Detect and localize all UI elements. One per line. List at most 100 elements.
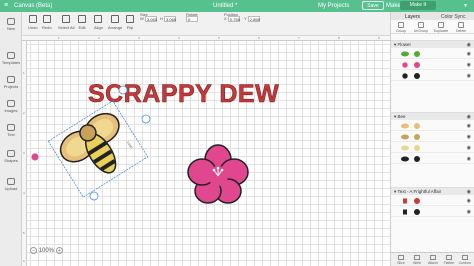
sidebar-item-upload[interactable]: Upload	[0, 178, 22, 191]
eye-icon[interactable]: ◉	[467, 198, 471, 204]
edit-toolbar: Undo Redo Select All Edit Align Arrange …	[0, 12, 390, 36]
attach-icon	[430, 255, 436, 260]
select-all-button[interactable]: Select All	[58, 15, 74, 30]
color-swatch[interactable]	[414, 209, 420, 215]
delete-handle[interactable]	[30, 152, 40, 162]
color-swatch[interactable]	[414, 73, 420, 79]
eye-icon[interactable]: ◉	[467, 41, 471, 49]
color-swatch[interactable]	[414, 134, 420, 140]
left-sidebar: New Templates Projects Images Text Shape…	[0, 12, 22, 266]
size-width-field: Size W 3.065	[140, 12, 157, 22]
color-swatch[interactable]	[414, 145, 420, 151]
menu-icon[interactable]: ≡	[4, 2, 8, 10]
flatten-icon	[446, 255, 452, 260]
edit-button[interactable]: Edit	[78, 15, 86, 30]
lock-handle[interactable]	[141, 114, 151, 124]
layer-item[interactable]: ◉	[391, 207, 474, 217]
layer-item[interactable]: ◉	[391, 60, 474, 70]
y-input[interactable]: 2.898	[247, 16, 260, 22]
top-header: ≡ Canvas (Beta) Untitled * My Projects S…	[0, 0, 474, 12]
bee-image[interactable]: 3.065"	[47, 100, 149, 198]
eye-icon[interactable]: ◉	[467, 51, 471, 57]
save-button[interactable]: Save	[362, 1, 384, 10]
layer-item[interactable]: ◉	[391, 121, 474, 131]
canvas-objects: SCRAPPY DEW 3.065"	[30, 80, 279, 204]
color-swatch[interactable]	[414, 198, 420, 204]
my-projects-link[interactable]: My Projects	[318, 3, 349, 9]
layer-item[interactable]: ◉	[391, 71, 474, 81]
selection-dimension: 3.065"	[126, 140, 134, 149]
layer-group-flower[interactable]: ▾ Flower ◉	[391, 40, 474, 48]
eye-icon[interactable]: ◉	[467, 62, 471, 68]
zoom-control: − 100% +	[30, 247, 63, 254]
stamen-dot-3	[216, 166, 220, 170]
delete-button[interactable]: Delete	[453, 22, 469, 33]
layer-item[interactable]: ◉	[391, 154, 474, 164]
text-outline-thumbnail	[403, 209, 407, 215]
sidebar-item-text[interactable]: Text	[0, 124, 22, 137]
layer-item[interactable]: ◉	[391, 132, 474, 142]
layer-actions: Group UnGroup Duplicate Delete	[391, 20, 474, 34]
flip-icon	[126, 15, 134, 23]
height-input[interactable]: 3.065	[164, 16, 176, 22]
sidebar-item-templates[interactable]: Templates	[0, 52, 22, 65]
chevron-down-icon[interactable]: ▾	[464, 2, 467, 9]
eye-icon[interactable]: ◉	[467, 145, 471, 151]
edit-icon	[78, 15, 86, 23]
scrappy-dew-text[interactable]: SCRAPPY DEW	[88, 80, 279, 109]
slice-button[interactable]: Slice	[394, 255, 408, 265]
zoom-in-button[interactable]: +	[55, 247, 63, 254]
layer-item[interactable]: ◉	[391, 143, 474, 153]
align-icon	[94, 15, 103, 23]
bee-head-thumbnail	[401, 134, 409, 140]
sidebar-item-projects[interactable]: Projects	[0, 76, 22, 89]
layer-group-bee[interactable]: ▾ Bee ◉	[391, 112, 474, 120]
layer-group-text[interactable]: ▾ Text - A Frightful Affair ◉	[391, 187, 474, 195]
eye-icon[interactable]: ◉	[467, 113, 471, 121]
layer-item[interactable]: ◉	[391, 196, 474, 206]
images-icon	[7, 100, 15, 107]
eye-icon[interactable]: ◉	[467, 188, 471, 196]
trash-icon	[458, 22, 464, 28]
attach-button[interactable]: Attach	[426, 255, 440, 265]
redo-icon	[42, 15, 51, 23]
group-button[interactable]: Group	[393, 22, 409, 33]
bee-outline-thumbnail	[401, 156, 409, 162]
layer-item[interactable]: ◉	[391, 49, 474, 59]
rotate-handle[interactable]	[118, 85, 128, 95]
redo-button[interactable]: Redo	[42, 15, 52, 30]
sidebar-item-new[interactable]: New	[0, 18, 22, 31]
make-it-button[interactable]: Make It	[400, 1, 436, 10]
align-button[interactable]: Align	[94, 15, 103, 30]
sidebar-item-images[interactable]: Images	[0, 100, 22, 113]
arrange-button[interactable]: Arrange	[108, 15, 122, 30]
contour-icon	[462, 255, 468, 260]
sidebar-item-shapes[interactable]: Shapes	[0, 150, 22, 163]
duplicate-button[interactable]: Duplicate	[433, 22, 449, 33]
document-title[interactable]: Untitled *	[213, 3, 237, 9]
flatten-button[interactable]: Flatten	[442, 255, 456, 265]
color-swatch[interactable]	[414, 156, 420, 162]
flower-image[interactable]	[187, 144, 249, 204]
eye-icon[interactable]: ◉	[467, 73, 471, 79]
zoom-level: 100%	[38, 248, 55, 255]
weld-button[interactable]: Weld	[410, 255, 424, 265]
eye-icon[interactable]: ◉	[467, 134, 471, 140]
upload-icon	[7, 178, 15, 185]
color-swatch[interactable]	[414, 62, 420, 68]
eye-icon[interactable]: ◉	[467, 123, 471, 129]
contour-button[interactable]: Contour	[458, 255, 472, 265]
eye-icon[interactable]: ◉	[467, 156, 471, 162]
shapes-icon	[7, 150, 15, 157]
zoom-out-button[interactable]: −	[30, 247, 37, 254]
flip-button[interactable]: Flip	[126, 15, 134, 30]
undo-button[interactable]: Undo	[28, 15, 38, 30]
flower-thumbnail	[402, 62, 408, 68]
panel-tabs: Layers Color Sync	[391, 12, 474, 20]
eye-icon[interactable]: ◉	[467, 209, 471, 215]
ungroup-button[interactable]: UnGroup	[413, 22, 429, 33]
color-swatch[interactable]	[414, 123, 420, 129]
resize-handle[interactable]	[89, 191, 99, 201]
ungroup-icon	[418, 22, 424, 28]
color-swatch[interactable]	[414, 51, 420, 57]
